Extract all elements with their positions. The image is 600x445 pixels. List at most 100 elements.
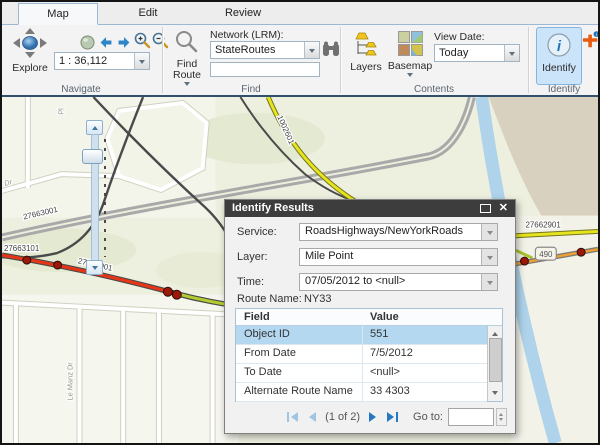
spinner-up-icon bbox=[499, 411, 503, 416]
find-route-button[interactable]: Find Route bbox=[166, 30, 208, 89]
attributes-table: Field Value Object ID 551 From Date 7/5/… bbox=[235, 308, 503, 402]
route-search-input[interactable] bbox=[210, 62, 320, 77]
view-date-label: View Date: bbox=[434, 31, 485, 43]
identify-results-dialog: Identify Results ✕ Service: RoadsHighway… bbox=[224, 199, 516, 434]
time-combo[interactable]: 07/05/2012 to <null> bbox=[299, 273, 498, 291]
layers-button[interactable]: Layers bbox=[348, 31, 384, 73]
zoom-slider-up-button[interactable] bbox=[86, 120, 103, 135]
zoom-in-icon bbox=[134, 32, 151, 49]
map-scale-combo[interactable]: 1 : 36,112 bbox=[54, 52, 150, 70]
table-row[interactable]: From Date 7/5/2012 bbox=[236, 345, 487, 364]
close-icon[interactable]: ✕ bbox=[499, 201, 508, 216]
find-route-label-2: Route bbox=[166, 70, 208, 81]
cell-value: 7/5/2012 bbox=[370, 347, 413, 359]
layers-toc-icon bbox=[354, 31, 378, 57]
map-viewport[interactable]: 490 27663001 27663101 27125001 27662901 … bbox=[2, 95, 598, 445]
goto-label: Go to: bbox=[413, 411, 443, 423]
ribbon-group-navigate: Explore bbox=[2, 25, 160, 95]
search-routes-button[interactable] bbox=[322, 40, 340, 58]
layer-combo[interactable]: Mile Point bbox=[299, 248, 498, 266]
service-value: RoadsHighways/NewYorkRoads bbox=[300, 224, 481, 240]
identify-button[interactable]: i Identify bbox=[536, 27, 582, 85]
application-window: Map Edit Review Explore bbox=[0, 0, 600, 445]
cell-field: To Date bbox=[244, 366, 282, 378]
previous-extent-button[interactable] bbox=[97, 33, 115, 51]
network-lrm-combo[interactable]: StateRoutes bbox=[210, 41, 320, 59]
explore-button[interactable]: Explore bbox=[8, 28, 52, 74]
value-column-header[interactable]: Value bbox=[370, 311, 399, 323]
binoculars-icon bbox=[322, 41, 340, 57]
time-dropdown-arrow[interactable] bbox=[481, 274, 497, 290]
cell-field: From Date bbox=[244, 347, 296, 359]
view-date-value: Today bbox=[435, 47, 504, 59]
table-row[interactable]: To Date <null> bbox=[236, 364, 487, 383]
street-name-label: Pl bbox=[57, 108, 66, 115]
scroll-up-icon[interactable] bbox=[492, 329, 498, 336]
tab-map[interactable]: Map bbox=[18, 3, 98, 25]
view-date-dropdown-arrow[interactable] bbox=[504, 45, 519, 61]
identify-info-icon: i bbox=[546, 32, 572, 58]
service-combo[interactable]: RoadsHighways/NewYorkRoads bbox=[299, 223, 498, 241]
tab-edit[interactable]: Edit bbox=[106, 3, 190, 23]
last-page-button[interactable] bbox=[386, 411, 399, 423]
first-page-button[interactable] bbox=[286, 411, 299, 423]
basemap-label: Basemap bbox=[386, 61, 434, 72]
cell-field: Object ID bbox=[244, 328, 290, 340]
next-page-button[interactable] bbox=[368, 411, 378, 423]
cell-value: 33 4303 bbox=[370, 385, 410, 397]
explore-pan-icon bbox=[12, 28, 48, 58]
zoom-slider-handle[interactable] bbox=[82, 149, 103, 164]
down-triangle-icon bbox=[92, 266, 98, 273]
route-name-label: Route Name: bbox=[237, 293, 302, 305]
route-shield-number: 490 bbox=[539, 250, 553, 259]
forward-arrow-icon bbox=[117, 36, 131, 49]
globe-icon bbox=[80, 35, 95, 50]
tab-review[interactable]: Review bbox=[198, 3, 288, 23]
identify-group-label: Identify bbox=[530, 84, 598, 95]
field-column-header[interactable]: Field bbox=[244, 311, 270, 323]
cell-value: 551 bbox=[370, 328, 388, 340]
full-extent-button[interactable] bbox=[78, 33, 96, 51]
network-lrm-label: Network (LRM): bbox=[210, 29, 284, 41]
goto-page-input[interactable] bbox=[448, 408, 494, 426]
layers-label: Layers bbox=[348, 62, 384, 73]
dialog-titlebar[interactable]: Identify Results ✕ bbox=[225, 200, 515, 217]
service-dropdown-arrow[interactable] bbox=[481, 224, 497, 240]
back-arrow-icon bbox=[99, 36, 113, 49]
identify-route-button[interactable]: i bbox=[582, 31, 600, 54]
page-indicator: (1 of 2) bbox=[325, 411, 360, 423]
table-scrollbar[interactable] bbox=[487, 326, 502, 401]
scrollbar-thumb[interactable] bbox=[489, 338, 502, 382]
previous-page-button[interactable] bbox=[307, 411, 317, 423]
up-triangle-icon bbox=[92, 123, 98, 130]
layer-label: Layer: bbox=[237, 251, 268, 263]
route-id-label: 27662901 bbox=[525, 221, 561, 230]
network-lrm-dropdown-arrow[interactable] bbox=[304, 42, 319, 58]
find-group-label: Find bbox=[164, 84, 338, 95]
basemap-dropdown-caret bbox=[407, 73, 413, 80]
basemap-button[interactable]: Basemap bbox=[386, 31, 434, 80]
maximize-icon[interactable] bbox=[480, 204, 491, 213]
spinner-down-icon bbox=[499, 418, 503, 423]
table-row[interactable]: Object ID 551 bbox=[236, 326, 487, 345]
map-scale-value: 1 : 36,112 bbox=[55, 55, 134, 67]
zoom-in-button[interactable] bbox=[133, 31, 151, 49]
basemap-tiles-icon bbox=[398, 31, 423, 56]
table-row[interactable]: Alternate Route Name 33 4303 bbox=[236, 383, 487, 402]
table-header: Field Value bbox=[236, 309, 502, 326]
view-date-combo[interactable]: Today bbox=[434, 44, 520, 62]
identify-plus-icon: i bbox=[582, 31, 600, 49]
ribbon-group-find: Find Route Network (LRM): StateRoutes F bbox=[164, 25, 338, 95]
zoom-slider-ticks bbox=[104, 139, 106, 257]
time-value: 07/05/2012 to <null> bbox=[300, 274, 481, 290]
scroll-down-icon[interactable] bbox=[492, 391, 498, 398]
route-id-label: 27663101 bbox=[4, 244, 40, 253]
layer-value: Mile Point bbox=[300, 249, 481, 265]
layer-dropdown-arrow[interactable] bbox=[481, 249, 497, 265]
dialog-title: Identify Results bbox=[232, 202, 314, 214]
map-scale-dropdown-arrow[interactable] bbox=[134, 53, 149, 69]
next-extent-button[interactable] bbox=[115, 33, 133, 51]
street-name-label: Le Manz Dr bbox=[66, 362, 75, 401]
zoom-slider-down-button[interactable] bbox=[86, 260, 103, 275]
goto-spinner[interactable] bbox=[496, 408, 507, 426]
